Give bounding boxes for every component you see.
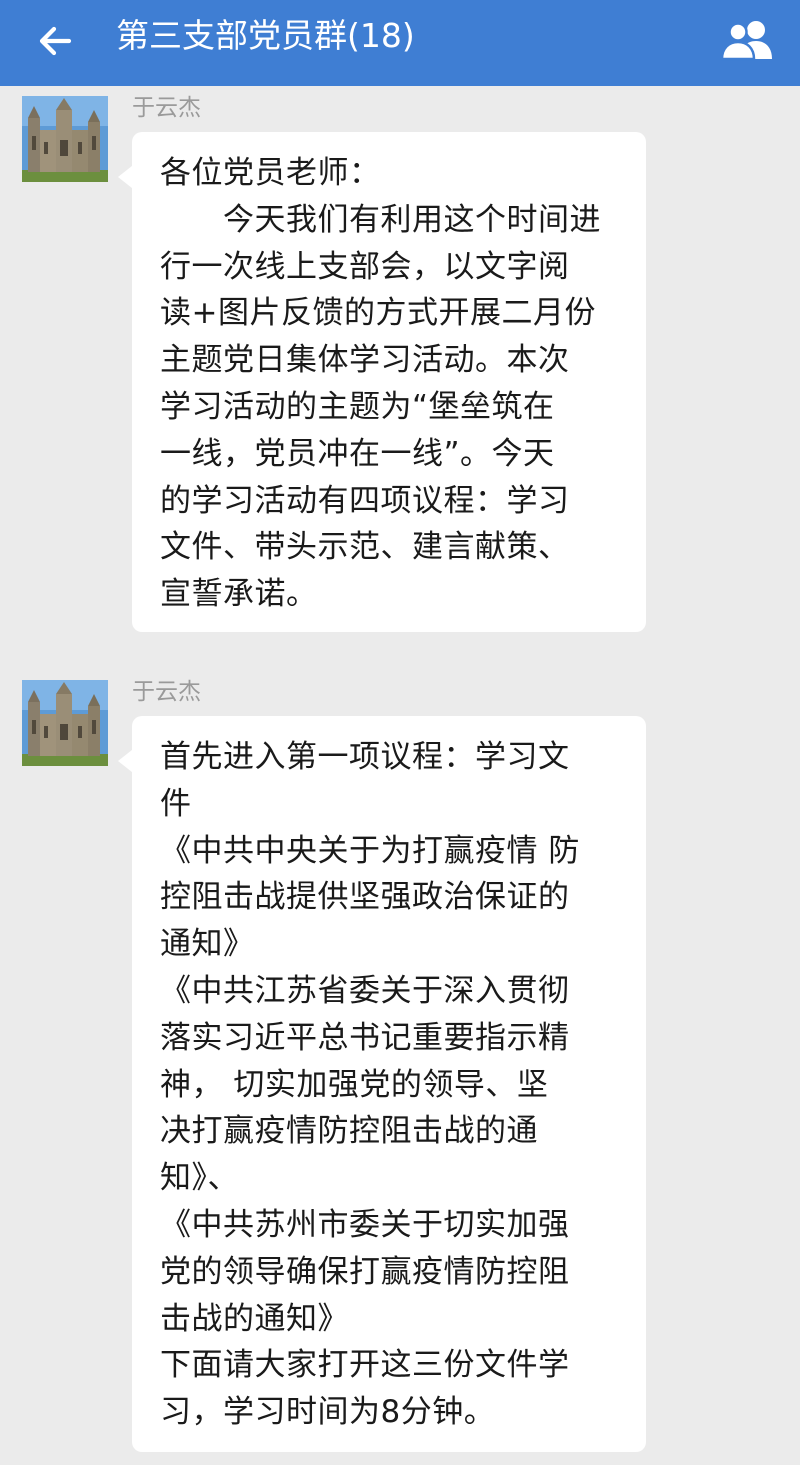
message-line: 一线，党员冲在一线”。今天 (160, 435, 555, 472)
sender-name: 于云杰 (132, 679, 201, 705)
cathedral-avatar (22, 96, 108, 182)
message-line: 控阻击战提供坚强政治保证的 (160, 879, 570, 916)
arrow-left-icon (35, 21, 75, 65)
message-line: 首先进入第一项议程：学习文 (160, 739, 570, 775)
message-line: 通知》 (160, 926, 255, 963)
message-line: 件 (160, 785, 192, 822)
message-line: 今天我们有利用这个时间进 (160, 201, 601, 238)
message-line: 知》、 (160, 1160, 239, 1197)
group-members-button[interactable] (720, 14, 776, 70)
message-line: 下面请大家打开这三份文件学 (160, 1347, 570, 1384)
message-line: 行一次线上支部会，以文字阅 (160, 248, 570, 285)
message-line: 习，学习时间为8分钟。 (160, 1394, 496, 1431)
message-line: 主题党日集体学习活动。本次 (160, 342, 570, 379)
message-line: 的学习活动有四项议程：学习 (160, 482, 570, 519)
message-line: 文件、带头示范、建言献策、 (160, 529, 570, 566)
back-button[interactable] (0, 0, 110, 86)
message-line: 落实习近平总书记重要指示精 (160, 1019, 570, 1056)
message-line: 学习活动的主题为“堡垒筑在 (160, 388, 555, 425)
chat-header: 第三支部党员群(18) (0, 0, 800, 86)
group-members-icon (720, 17, 775, 67)
message-line: 党的领导确保打赢疫情防控阻 (160, 1253, 570, 1290)
chat-title: 第三支部党员群(18) (116, 16, 415, 55)
message-bubble[interactable]: 各位党员老师： 今天我们有利用这个时间进 行一次线上支部会，以文字阅 读+图片反… (118, 132, 646, 632)
message-line: 神， 切实加强党的领导、坚 (160, 1066, 549, 1103)
message-bubble[interactable]: 首先进入第一项议程：学习文 件 《中共中央关于为打赢疫情 防 控阻击战提供坚强政… (118, 716, 646, 1452)
message-line: 《中共中央关于为打赢疫情 防 (160, 832, 580, 869)
sender-name: 于云杰 (132, 95, 201, 121)
avatar[interactable] (22, 96, 108, 182)
message-line: 宣誓承诺。 (160, 576, 318, 613)
cathedral-avatar (22, 680, 108, 766)
message-line: 各位党员老师： (160, 155, 381, 191)
message-line: 《中共江苏省委关于深入贯彻 (160, 972, 570, 1009)
message-line: 决打赢疫情防控阻击战的通 (160, 1113, 538, 1150)
message-line: 读+图片反馈的方式开展二月份 (160, 295, 596, 332)
message-line: 击战的通知》 (160, 1300, 349, 1337)
avatar[interactable] (22, 680, 108, 766)
message-line: 《中共苏州市委关于切实加强 (160, 1206, 570, 1243)
